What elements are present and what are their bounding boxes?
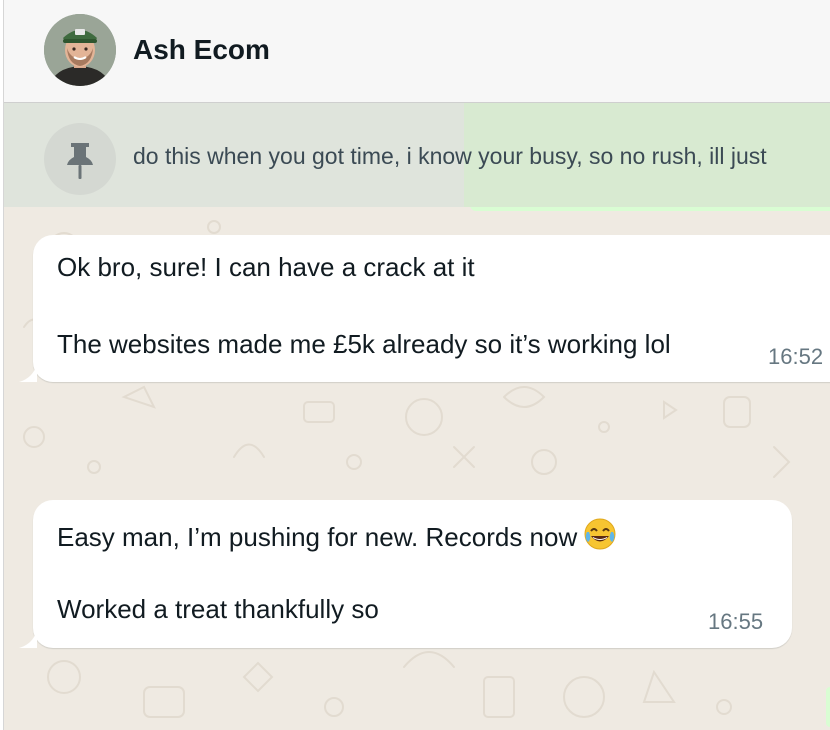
bubble-tail <box>19 364 37 382</box>
incoming-message-bubble[interactable]: Easy man, I’m pushing for new. Records n… <box>19 500 792 648</box>
chat-message-area[interactable]: Ok bro, sure! I can have a crack at it T… <box>4 207 830 730</box>
pin-button[interactable] <box>44 123 116 195</box>
message-timestamp: 16:55 <box>708 609 764 634</box>
pinned-message-text[interactable]: do this when you got time, i know your b… <box>133 143 767 170</box>
contact-avatar[interactable] <box>44 14 116 86</box>
pinned-message-banner[interactable]: do this when you got time, i know your b… <box>4 103 830 207</box>
contact-name[interactable]: Ash Ecom <box>133 34 270 66</box>
message-text-line: Worked a treat thankfully so <box>57 594 379 624</box>
chat-header[interactable]: Ash Ecom <box>4 0 830 103</box>
outgoing-bubble-edge <box>826 687 830 727</box>
incoming-message-bubble[interactable]: Ok bro, sure! I can have a crack at it T… <box>19 235 830 382</box>
window-left-edge <box>0 0 4 730</box>
message-text-line: Ok bro, sure! I can have a crack at it <box>57 252 475 282</box>
message-timestamp: 16:52 <box>768 344 824 369</box>
message-text-line: Easy man, I’m pushing for new. Records n… <box>57 517 617 558</box>
message-text-line: The websites made me £5k already so it’s… <box>57 329 671 359</box>
bubble-tail <box>19 630 37 648</box>
message-text: Easy man, I’m pushing for new. Records n… <box>57 522 578 552</box>
pin-icon <box>67 143 93 179</box>
avatar-photo-icon <box>44 14 116 86</box>
face-with-tears-of-joy-emoji-icon <box>583 517 617 558</box>
